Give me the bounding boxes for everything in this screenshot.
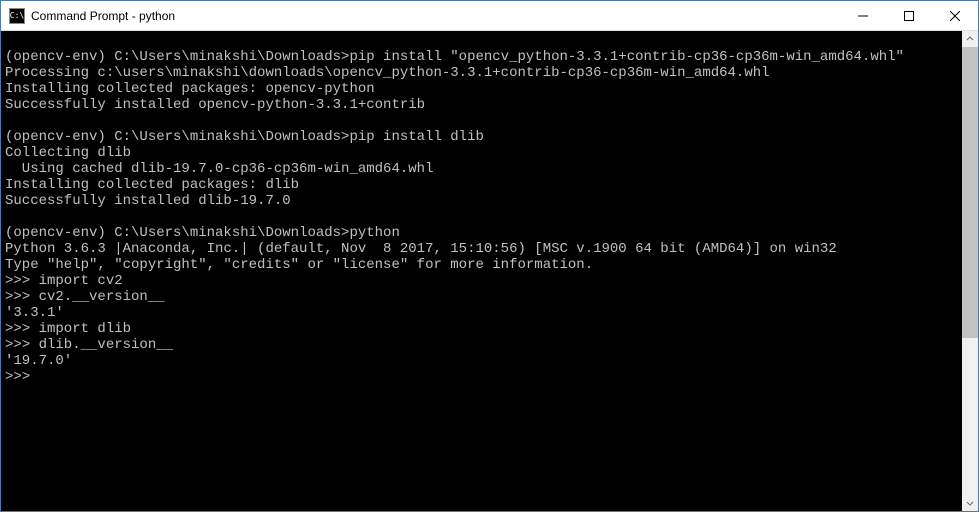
terminal-area: (opencv-env) C:\Users\minakshi\Downloads… <box>1 31 978 511</box>
terminal-line: >>> cv2.__version__ <box>5 289 958 305</box>
terminal-line: >>> import cv2 <box>5 273 958 289</box>
terminal-line: >>> dlib.__version__ <box>5 337 958 353</box>
scrollbar-track[interactable] <box>962 47 978 495</box>
terminal-line: Processing c:\users\minakshi\downloads\o… <box>5 65 958 81</box>
close-button[interactable] <box>932 1 978 30</box>
command-prompt-window: C:\ Command Prompt - python (opencv-env)… <box>0 0 979 512</box>
terminal-line <box>5 113 958 129</box>
chevron-down-icon <box>966 499 974 507</box>
scrollbar-down-button[interactable] <box>962 495 978 511</box>
terminal-line: Successfully installed dlib-19.7.0 <box>5 193 958 209</box>
minimize-button[interactable] <box>840 1 886 30</box>
minimize-icon <box>858 11 868 21</box>
scrollbar[interactable] <box>962 31 978 511</box>
terminal-content[interactable]: (opencv-env) C:\Users\minakshi\Downloads… <box>1 31 962 511</box>
terminal-line: '3.3.1' <box>5 305 958 321</box>
terminal-line <box>5 33 958 49</box>
terminal-line <box>5 209 958 225</box>
terminal-line: Using cached dlib-19.7.0-cp36-cp36m-win_… <box>5 161 958 177</box>
maximize-icon <box>904 11 914 21</box>
terminal-line: Installing collected packages: opencv-py… <box>5 81 958 97</box>
app-icon-text: C:\ <box>10 11 24 20</box>
app-icon: C:\ <box>9 8 25 24</box>
terminal-line: Python 3.6.3 |Anaconda, Inc.| (default, … <box>5 241 958 257</box>
window-controls <box>840 1 978 30</box>
terminal-line: >>> <box>5 369 958 385</box>
maximize-button[interactable] <box>886 1 932 30</box>
terminal-line: Successfully installed opencv-python-3.3… <box>5 97 958 113</box>
scrollbar-up-button[interactable] <box>962 31 978 47</box>
titlebar[interactable]: C:\ Command Prompt - python <box>1 1 978 31</box>
scrollbar-thumb[interactable] <box>962 47 978 338</box>
terminal-line: (opencv-env) C:\Users\minakshi\Downloads… <box>5 49 958 65</box>
chevron-up-icon <box>966 35 974 43</box>
terminal-line: '19.7.0' <box>5 353 958 369</box>
terminal-line: Collecting dlib <box>5 145 958 161</box>
close-icon <box>950 11 960 21</box>
terminal-line: Type "help", "copyright", "credits" or "… <box>5 257 958 273</box>
window-title: Command Prompt - python <box>31 9 840 23</box>
terminal-line: >>> import dlib <box>5 321 958 337</box>
terminal-line: (opencv-env) C:\Users\minakshi\Downloads… <box>5 225 958 241</box>
terminal-line: Installing collected packages: dlib <box>5 177 958 193</box>
terminal-line: (opencv-env) C:\Users\minakshi\Downloads… <box>5 129 958 145</box>
